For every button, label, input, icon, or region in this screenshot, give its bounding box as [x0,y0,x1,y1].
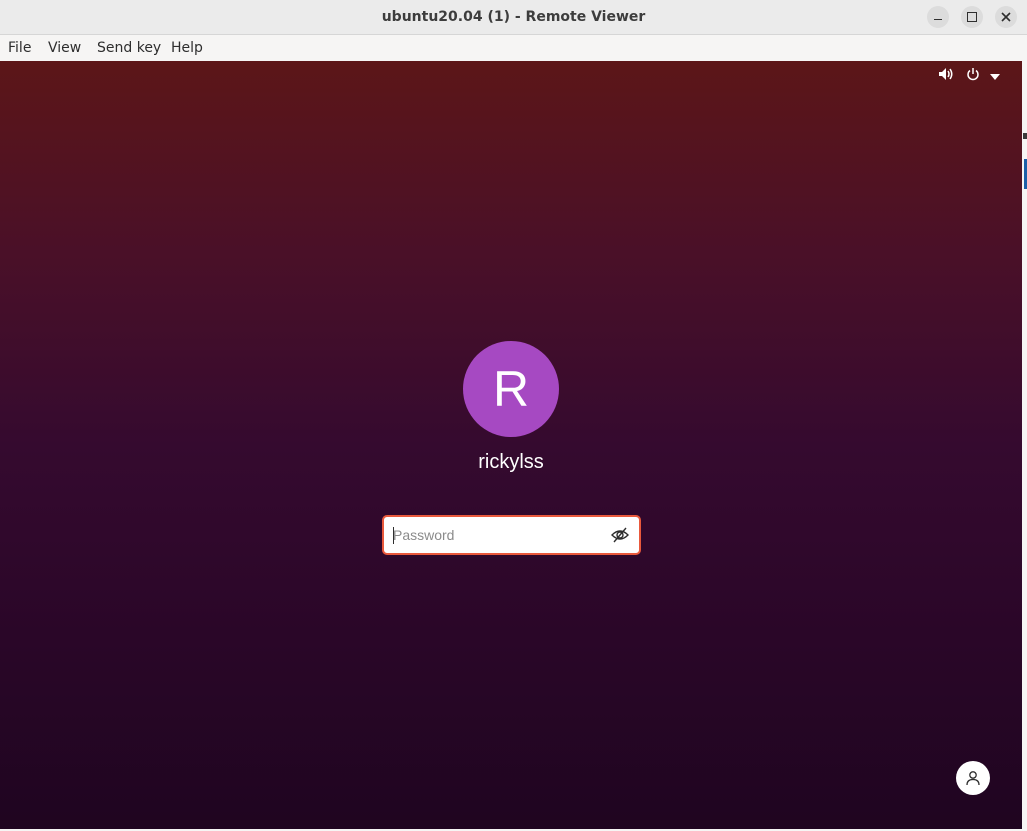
remote-display[interactable]: R rickylss [0,61,1022,829]
maximize-button[interactable] [961,6,983,28]
window-title: ubuntu20.04 (1) - Remote Viewer [381,9,646,25]
password-entry[interactable] [382,515,641,555]
title-bar[interactable]: ubuntu20.04 (1) - Remote Viewer [0,0,1027,35]
edge-marker [1023,133,1027,139]
avatar-letter: R [492,361,530,417]
remote-viewer-window: ubuntu20.04 (1) - Remote Viewer File Vie… [0,0,1027,831]
power-icon [966,67,980,85]
maximize-icon [967,12,977,22]
menu-help[interactable]: Help [171,40,203,56]
accessibility-button[interactable] [956,761,990,795]
user-avatar[interactable]: R [463,341,559,437]
window-right-edge [1022,61,1027,831]
minimize-button[interactable] [927,6,949,28]
menu-view[interactable]: View [48,40,81,56]
close-icon [1001,12,1011,22]
eye-slash-icon[interactable] [611,527,629,543]
menu-file[interactable]: File [8,40,31,56]
volume-icon [938,67,954,85]
close-button[interactable] [995,6,1017,28]
minimize-icon [934,18,942,21]
text-cursor [393,527,394,544]
password-input[interactable] [390,523,603,547]
chevron-down-icon [990,70,1000,85]
username-label: rickylss [478,451,544,473]
menu-bar: File View Send key Help [0,35,1027,61]
accessibility-user-icon [966,771,980,786]
menu-send-key[interactable]: Send key [97,40,161,56]
system-status-area[interactable] [938,67,1008,83]
